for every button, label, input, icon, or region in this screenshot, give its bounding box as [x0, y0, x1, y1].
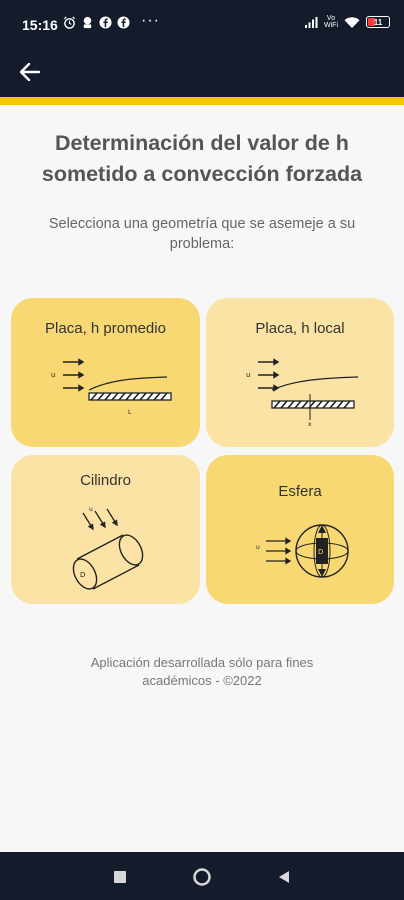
card-plate-local[interactable]: Placa, h local u x	[206, 298, 394, 447]
flat-plate-local-diagram-icon: u x	[246, 358, 359, 428]
game-controller-icon	[83, 16, 92, 29]
svg-text:D: D	[318, 548, 323, 556]
flat-plate-average-diagram-icon: u L	[51, 358, 172, 416]
signal-icon	[305, 16, 318, 28]
recent-apps-button[interactable]	[109, 866, 131, 888]
page-title: Determinación del valor de h sometido a …	[41, 131, 363, 186]
facebook-icon	[117, 16, 130, 29]
back-arrow-icon	[20, 63, 40, 81]
accent-stripe	[0, 97, 404, 105]
vowifi-icon: Vo WiFi	[324, 15, 338, 29]
svg-text:u: u	[256, 544, 260, 551]
svg-text:x: x	[308, 421, 312, 428]
footer-credits: Aplicación desarrollada sólo para fines …	[90, 655, 314, 688]
battery-icon: 11	[366, 16, 390, 28]
notification-icons	[63, 16, 130, 29]
wifi-icon	[344, 16, 360, 28]
back-nav-button[interactable]	[273, 866, 295, 888]
app-bar	[0, 48, 404, 97]
cylinder-diagram-icon: u D	[72, 506, 144, 590]
home-button[interactable]	[191, 866, 213, 888]
card-label: Placa, h promedio	[45, 320, 166, 337]
facebook-icon	[99, 16, 112, 29]
card-label: Placa, h local	[255, 320, 345, 337]
card-label: Cilindro	[80, 472, 131, 489]
circle-icon	[193, 868, 211, 886]
svg-text:u: u	[89, 506, 93, 513]
svg-text:u: u	[51, 371, 55, 379]
system-status-icons: Vo WiFi 11	[304, 15, 390, 29]
square-icon	[114, 871, 126, 883]
status-time: 15:16	[22, 17, 58, 33]
more-notifications-icon: ···	[141, 12, 160, 29]
card-plate-average[interactable]: Placa, h promedio u L	[11, 298, 200, 447]
triangle-back-icon	[279, 871, 289, 883]
card-sphere[interactable]: Esfera u D	[206, 455, 394, 604]
status-bar: 15:16 ··· Vo WiFi 11	[0, 0, 404, 48]
svg-text:D: D	[80, 571, 85, 579]
svg-text:u: u	[246, 371, 250, 379]
system-nav-bar	[0, 852, 404, 900]
page-subtitle: Selecciona una geometría que se asemeje …	[48, 216, 356, 252]
back-button[interactable]	[14, 55, 46, 89]
sphere-diagram-icon: u D	[256, 524, 349, 578]
card-cylinder[interactable]: Cilindro u D	[11, 455, 200, 604]
card-label: Esfera	[278, 483, 322, 500]
svg-text:L: L	[128, 409, 132, 416]
alarm-icon	[63, 16, 76, 29]
